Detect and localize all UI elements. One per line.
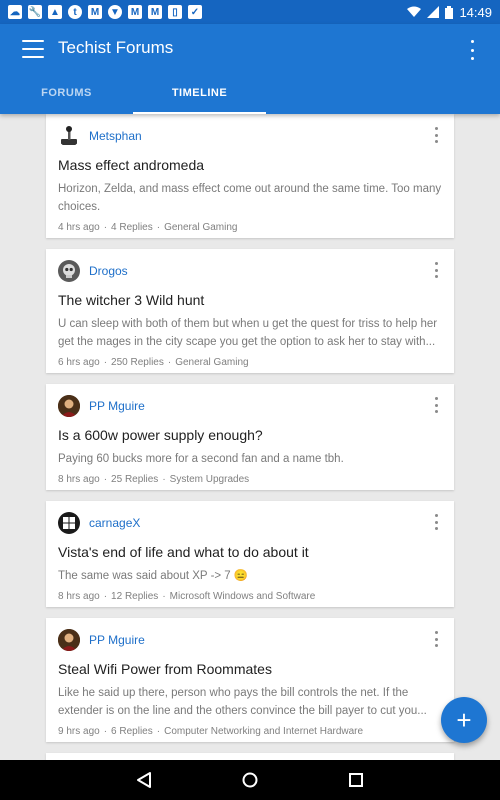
thread-card[interactable]: PP Mguire Is a 600w power supply enough?…: [46, 384, 454, 490]
timeline-feed[interactable]: Metsphan Mass effect andromeda Horizon, …: [0, 114, 500, 760]
thread-excerpt: Like he said up there, person who pays t…: [58, 687, 427, 717]
clock: 14:49: [459, 4, 492, 20]
forum-name: General Gaming: [164, 222, 238, 233]
status-bar: ☁ 🔧 ▲ t M ▼ M M ▯ ✓ 14:49: [0, 0, 500, 24]
thread-time: 8 hrs ago: [58, 474, 100, 485]
thread-title[interactable]: Vista's end of life and what to do about…: [58, 543, 442, 561]
thread-meta: 8 hrs ago · 25 Replies · System Upgrades: [58, 474, 250, 485]
portrait-avatar[interactable]: [58, 395, 80, 417]
reply-count: 6 Replies: [111, 726, 153, 737]
forum-name: System Upgrades: [169, 474, 250, 485]
forum-name: Computer Networking and Internet Hardwar…: [164, 726, 364, 737]
more-options-icon[interactable]: [432, 262, 440, 278]
cloud-icon: ☁: [8, 5, 22, 19]
thread-card[interactable]: Metsphan Mass effect andromeda Horizon, …: [46, 114, 454, 238]
thread-meta: 6 hrs ago · 250 Replies · General Gaming: [58, 357, 249, 368]
forum-name: General Gaming: [175, 357, 249, 368]
portrait-avatar[interactable]: [58, 629, 80, 651]
shield-icon: ▼: [108, 5, 122, 19]
username[interactable]: Drogos: [89, 264, 128, 278]
thread-meta: 4 hrs ago · 4 Replies · General Gaming: [58, 222, 238, 233]
hamburger-menu-icon[interactable]: [22, 40, 44, 58]
more-options-icon[interactable]: [432, 397, 440, 413]
notification-icons: ☁ 🔧 ▲ t M ▼ M M ▯ ✓: [8, 5, 202, 19]
username[interactable]: PP Mguire: [89, 399, 145, 413]
thread-title[interactable]: The witcher 3 Wild hunt: [58, 291, 442, 309]
windows-logo-avatar[interactable]: [58, 512, 80, 534]
wrench-icon: 🔧: [28, 5, 42, 19]
overflow-menu-icon[interactable]: [468, 40, 476, 60]
forum-name: Microsoft Windows and Software: [169, 591, 316, 602]
image-icon: ▲: [48, 5, 62, 19]
reply-count: 25 Replies: [111, 474, 159, 485]
thread-card[interactable]: carnageX Vista's end of life and what to…: [46, 501, 454, 607]
back-icon[interactable]: [132, 768, 156, 792]
thread-time: 8 hrs ago: [58, 591, 100, 602]
thread-card[interactable]: PP Mguire Steal Wifi Power from Roommate…: [46, 618, 454, 742]
battery-icon: [445, 5, 454, 19]
system-nav-bar: [0, 760, 500, 800]
thread-meta: 8 hrs ago · 12 Replies · Microsoft Windows a…: [58, 591, 316, 602]
thread-time: 4 hrs ago: [58, 222, 100, 233]
thread-excerpt: Horizon, Zelda, and mass effect come out…: [58, 183, 442, 213]
app-bar: Techist Forums FORUMS TIMELINE: [0, 24, 500, 114]
gmail-icon: M: [148, 5, 162, 19]
wifi-icon: [407, 6, 422, 17]
username[interactable]: Metsphan: [89, 129, 142, 143]
gmail-icon: M: [128, 5, 142, 19]
more-options-icon[interactable]: [432, 514, 440, 530]
plus-icon: +: [456, 704, 472, 735]
reply-count: 12 Replies: [111, 591, 159, 602]
username[interactable]: carnageX: [89, 516, 140, 530]
thread-time: 6 hrs ago: [58, 357, 100, 368]
signal-icon: [427, 6, 440, 18]
tab-timeline[interactable]: TIMELINE: [133, 72, 266, 114]
tab-bar: FORUMS TIMELINE: [0, 72, 500, 114]
thread-excerpt: U can sleep with both of them but when u…: [58, 318, 438, 348]
thread-title[interactable]: Is a 600w power supply enough?: [58, 426, 442, 444]
clipboard-icon: ✓: [188, 5, 202, 19]
thread-card-partial[interactable]: [46, 753, 454, 760]
thread-card[interactable]: Drogos The witcher 3 Wild hunt U can sle…: [46, 249, 454, 373]
home-icon[interactable]: [238, 768, 262, 792]
thread-excerpt: The same was said about XP -> 7 😑: [58, 570, 249, 582]
reply-count: 4 Replies: [111, 222, 153, 233]
gmail-icon: M: [88, 5, 102, 19]
more-options-icon[interactable]: [432, 127, 440, 143]
tumblr-icon: t: [68, 5, 82, 19]
skull-avatar[interactable]: [58, 260, 80, 282]
thread-meta: 9 hrs ago · 6 Replies · Computer Networking …: [58, 726, 364, 737]
thread-title[interactable]: Mass effect andromeda: [58, 156, 442, 174]
thread-time: 9 hrs ago: [58, 726, 100, 737]
phone-icon: ▯: [168, 5, 182, 19]
joystick-avatar[interactable]: [58, 125, 80, 147]
tab-forums[interactable]: FORUMS: [0, 72, 133, 114]
thread-excerpt: Paying 60 bucks more for a second fan an…: [58, 453, 344, 465]
tab-selected-indicator: [133, 112, 266, 114]
more-options-icon[interactable]: [432, 631, 440, 647]
app-title: Techist Forums: [58, 38, 174, 57]
username[interactable]: PP Mguire: [89, 633, 145, 647]
thread-title[interactable]: Steal Wifi Power from Roommates: [58, 660, 442, 678]
recents-icon[interactable]: [344, 768, 368, 792]
new-thread-button[interactable]: +: [441, 697, 487, 743]
reply-count: 250 Replies: [111, 357, 164, 368]
